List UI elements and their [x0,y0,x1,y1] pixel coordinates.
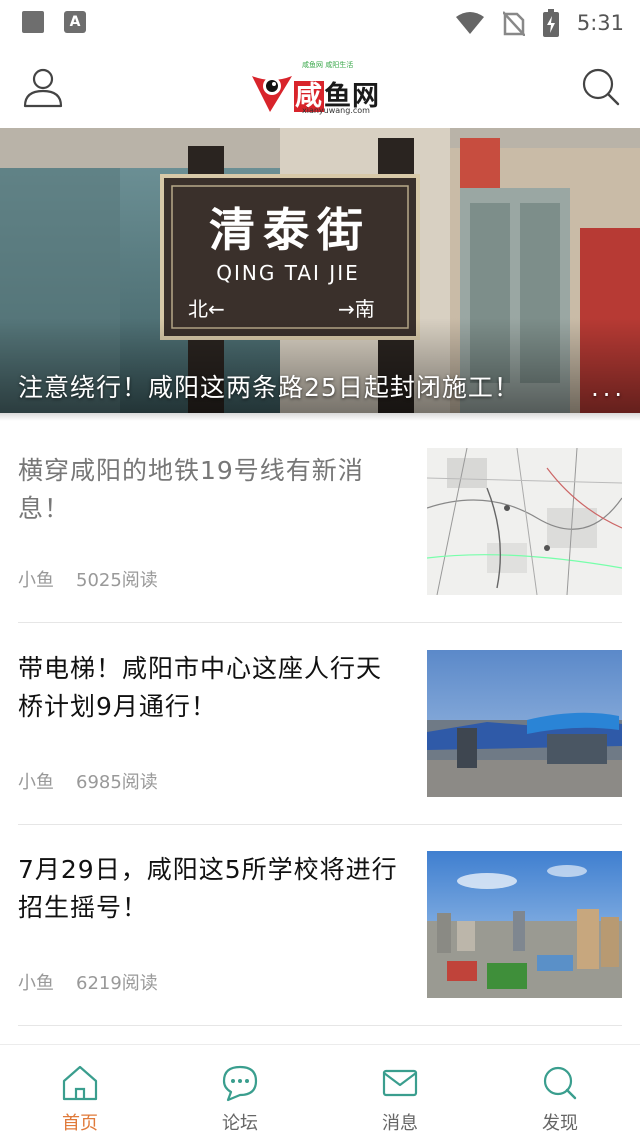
forum-icon [222,1065,258,1102]
wifi-icon [455,12,484,34]
news-meta: 小鱼 5025阅读 [18,566,158,592]
user-profile-icon[interactable] [22,66,64,108]
news-thumbnail-map[interactable] [427,448,622,595]
news-title[interactable]: 带电梯！咸阳市中心这座人行天桥计划9月通行！ [18,650,398,726]
feed-divider [18,824,622,825]
bottom-navigation: 首页 论坛 消息 发现 [0,1044,640,1138]
clock-time: 5:31 [576,11,624,35]
nav-discover[interactable]: 发现 [480,1045,640,1138]
sign-south-text: →南 [338,297,375,321]
status-bar: A 5:31 [0,0,640,46]
news-author: 小鱼 [18,973,54,994]
no-sim-icon [502,11,525,36]
text-badge-icon: A [64,11,86,33]
search-icon[interactable] [580,66,622,108]
nav-home[interactable]: 首页 [0,1045,160,1138]
nav-label-messages: 消息 [382,1113,418,1134]
banner-caption[interactable]: 注意绕行！咸阳这两条路25日起封闭施工！ [18,368,520,404]
headline-banner[interactable]: 清泰街 QING TAI JIE 北← →南 注意绕行！咸阳这两条路25日起封闭… [0,128,640,413]
news-author: 小鱼 [18,570,54,591]
notification-square-icon [22,11,44,33]
map-image [427,448,622,595]
news-title[interactable]: 7月29日，咸阳这5所学校将进行招生摇号！ [18,851,398,927]
feed-divider [18,1025,622,1026]
news-thumbnail-city[interactable] [427,851,622,998]
sign-north-text: 北← [188,297,225,321]
city-image [427,851,622,998]
app-header: 咸鱼网 咸阳生活 咸鱼网 xianyuwang.com [0,46,640,128]
banner-ellipsis: ... [591,374,626,402]
sign-chinese-text: 清泰街 [209,203,371,257]
news-author: 小鱼 [18,772,54,793]
logo-tagline: 咸鱼网 咸阳生活 [302,61,354,69]
nav-label-discover: 发现 [542,1113,578,1134]
nav-forum[interactable]: 论坛 [160,1045,320,1138]
news-read-count: 5025阅读 [76,570,158,591]
battery-charging-icon [542,9,559,37]
news-title[interactable]: 横穿咸阳的地铁19号线有新消息！ [18,452,398,528]
news-item[interactable]: 7月29日，咸阳这5所学校将进行招生摇号！ 小鱼 6219阅读 [0,851,640,1051]
status-bar-indicators: 5:31 [455,8,624,38]
news-meta: 小鱼 6985阅读 [18,768,158,794]
news-thumbnail-bridge[interactable] [427,650,622,797]
nav-label-forum: 论坛 [222,1113,258,1134]
app-logo: 咸鱼网 咸阳生活 咸鱼网 xianyuwang.com [250,56,390,120]
feed-divider [18,622,622,623]
nav-messages[interactable]: 消息 [320,1045,480,1138]
mail-icon [382,1069,418,1097]
news-meta: 小鱼 6219阅读 [18,969,158,995]
nav-label-home: 首页 [62,1113,98,1134]
logo-url: xianyuwang.com [302,106,370,115]
banner-divider [0,413,640,421]
discover-icon [543,1066,577,1100]
news-read-count: 6219阅读 [76,973,158,994]
news-item[interactable]: 带电梯！咸阳市中心这座人行天桥计划9月通行！ 小鱼 6985阅读 [0,650,640,850]
news-item[interactable]: 横穿咸阳的地铁19号线有新消息！ 小鱼 5025阅读 [0,448,640,648]
news-read-count: 6985阅读 [76,772,158,793]
bridge-image [427,650,622,797]
fish-logo-icon [252,76,292,112]
home-icon [62,1065,98,1101]
sign-pinyin-text: QING TAI JIE [216,261,360,285]
